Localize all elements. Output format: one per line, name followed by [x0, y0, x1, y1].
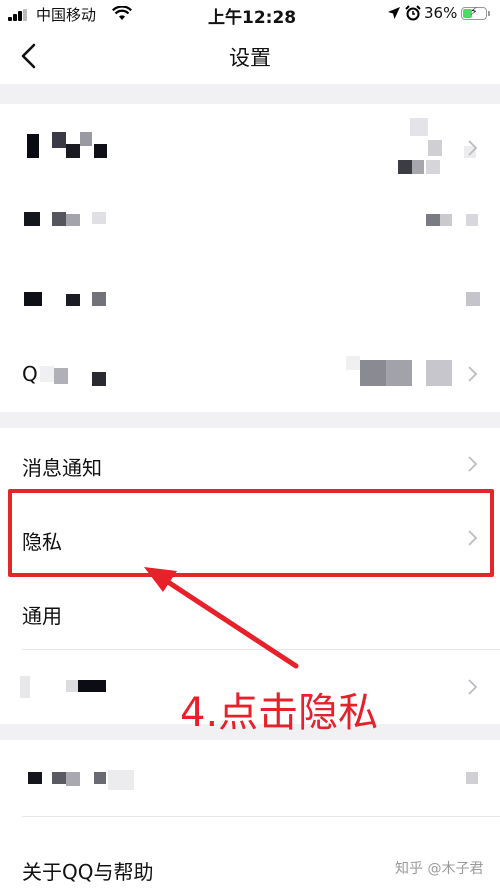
settings-item-qq-account[interactable]: Q [0, 340, 500, 412]
settings-item-general[interactable]: 通用 [0, 576, 500, 650]
settings-item-blurred-2[interactable] [0, 740, 500, 816]
settings-item-account[interactable] [0, 104, 500, 192]
wifi-icon [112, 6, 132, 20]
chevron-right-icon [468, 140, 478, 156]
chevron-right-icon [468, 679, 478, 695]
battery-percent: 36% [424, 4, 458, 22]
annotation-text: 4.点击隐私 [180, 690, 379, 736]
divider [22, 816, 500, 817]
section-gap [0, 84, 500, 104]
settings-item-security[interactable] [0, 270, 500, 340]
notifications-label: 消息通知 [22, 456, 102, 480]
status-bar: 中国移动 上午12:28 36% ⚡ [0, 0, 500, 28]
watermark: 知乎 @木子君 [395, 861, 484, 877]
section-gap [0, 412, 500, 428]
privacy-highlight-box [8, 489, 494, 577]
location-arrow-icon [388, 7, 400, 19]
chevron-right-icon [468, 366, 478, 382]
signal-strength-icon [8, 9, 30, 21]
status-time: 上午12:28 [208, 8, 297, 28]
qq-row-label: Q [22, 362, 38, 386]
alarm-clock-icon [405, 5, 421, 21]
page-title: 设置 [229, 46, 271, 70]
battery-icon: ⚡ [461, 5, 490, 20]
carrier-name: 中国移动 [36, 6, 97, 24]
about-label: 关于QQ与帮助 [22, 860, 154, 884]
settings-item-about[interactable]: 关于QQ与帮助 [0, 816, 500, 889]
navigation-bar: 设置 [0, 28, 500, 84]
settings-item-phone[interactable] [0, 192, 500, 270]
general-label: 通用 [22, 604, 62, 628]
chevron-right-icon [468, 456, 478, 472]
